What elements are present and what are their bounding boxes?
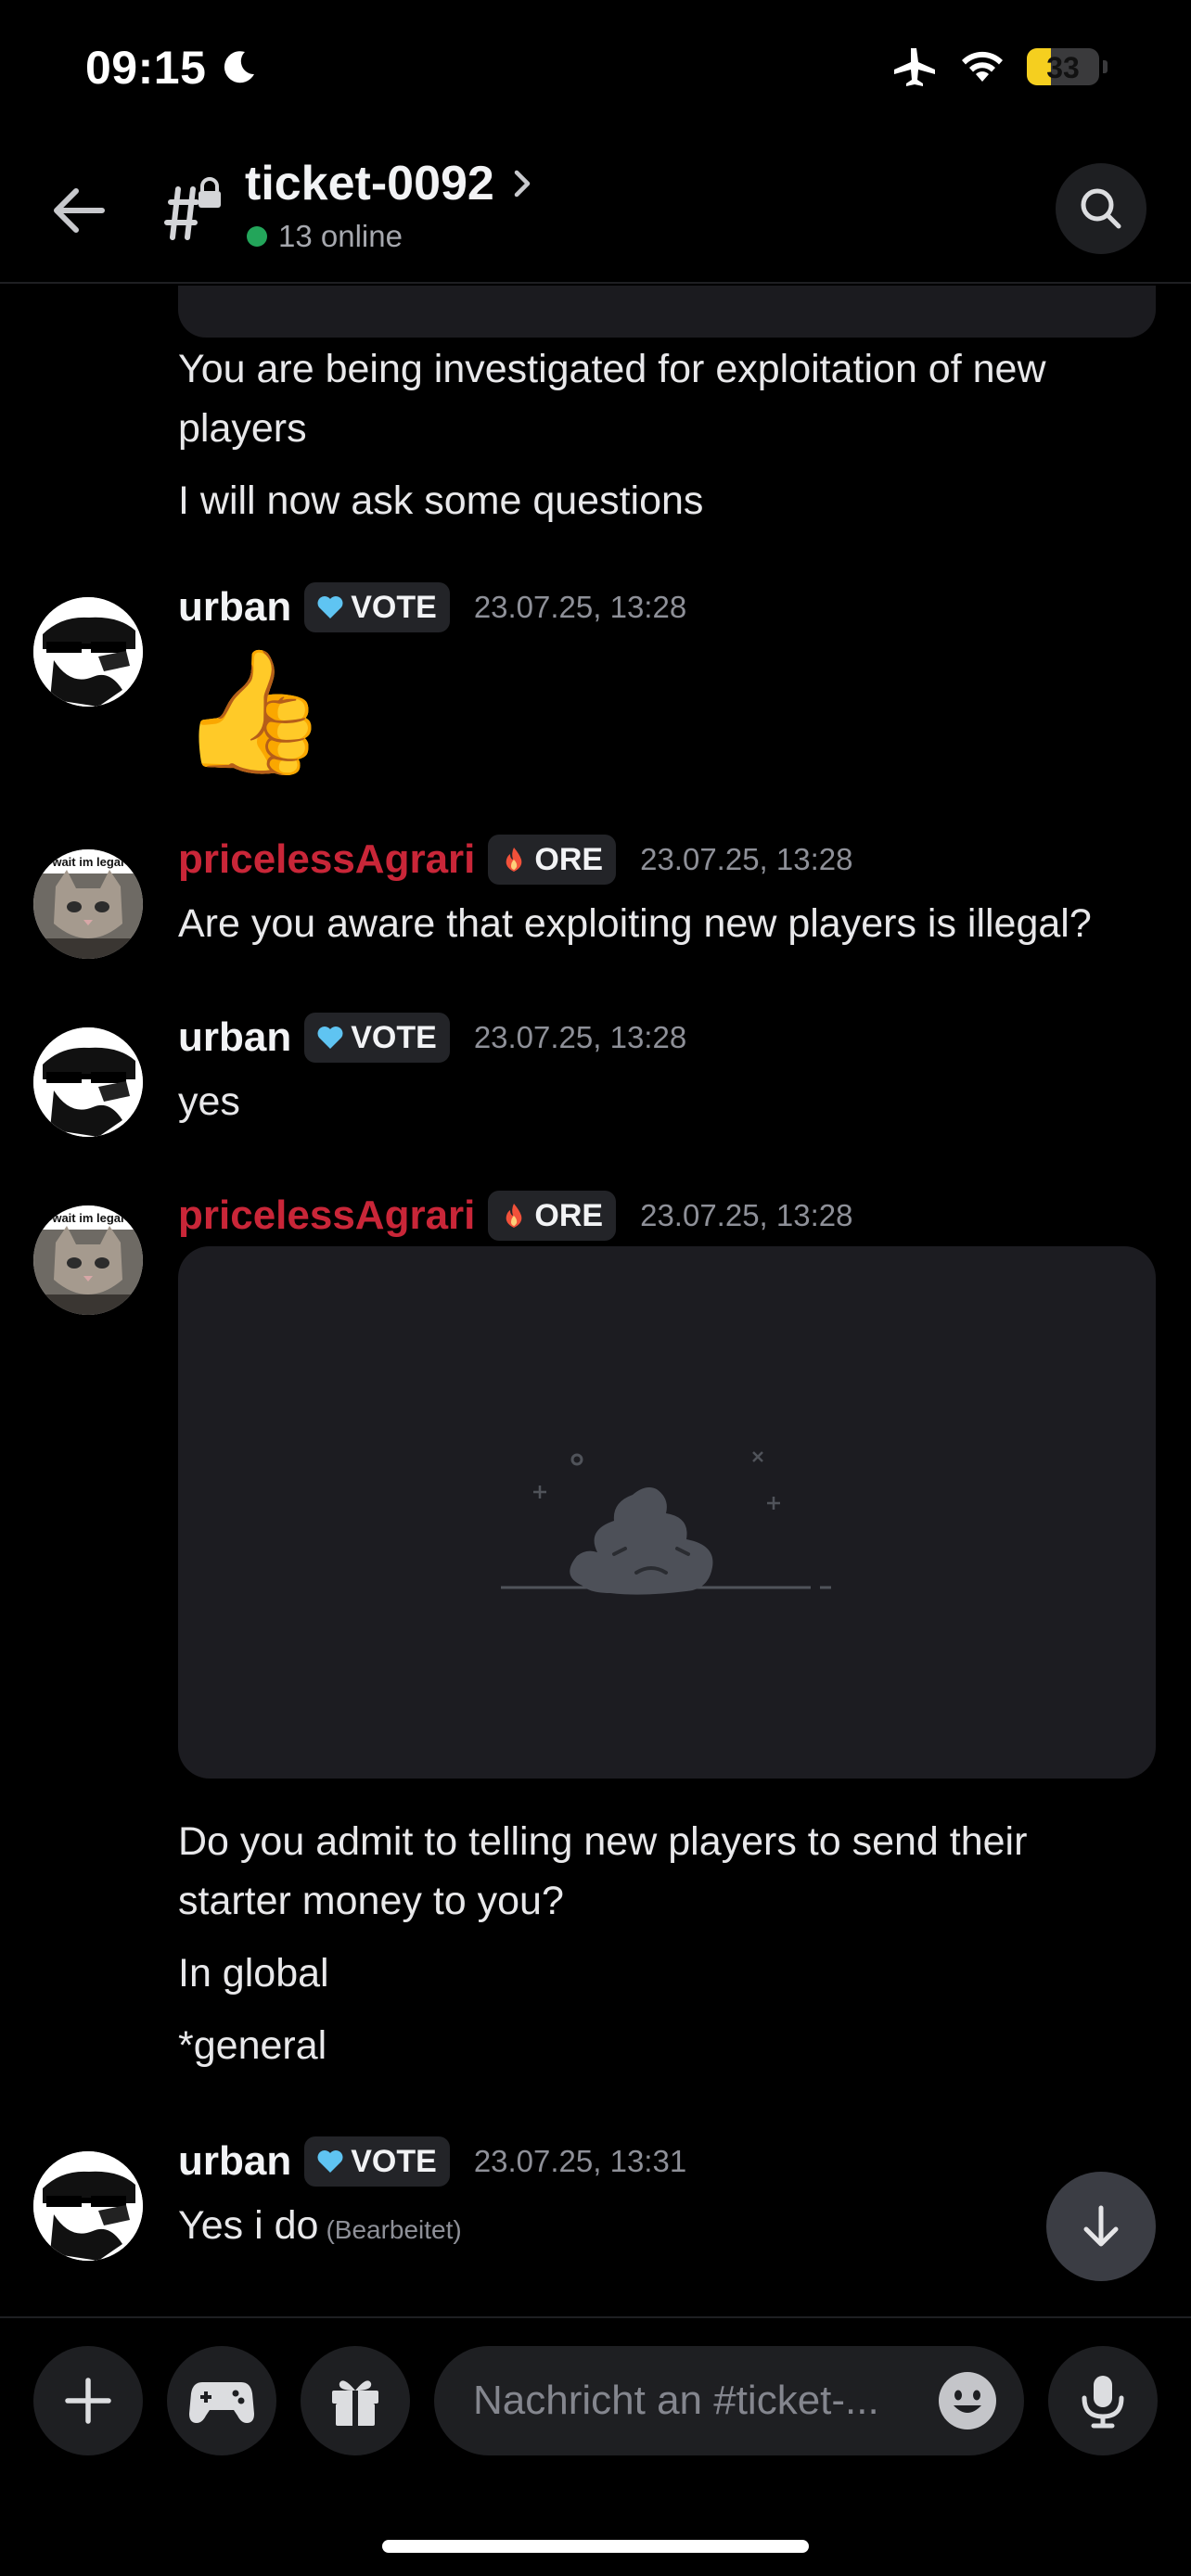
image-attachment-placeholder[interactable] (178, 1246, 1156, 1779)
role-label: VOTE (351, 1019, 437, 1055)
author-row: pricelessAgrari ORE 23.07.25, 13:28 (178, 1191, 852, 1241)
role-label: ORE (534, 1197, 604, 1233)
role-badge[interactable]: ORE (488, 1191, 617, 1241)
status-time: 09:15 (85, 42, 207, 94)
role-badge[interactable]: ORE (488, 835, 617, 885)
channel-header: ticket-0092 13 online (0, 139, 1191, 284)
broken-image-icon (501, 1451, 831, 1595)
avatar-priceless[interactable]: wait im legal (33, 1205, 143, 1315)
avatar-urban[interactable] (33, 597, 143, 707)
message-group: wait im legal pricelessAgrari ORE 23.07.… (0, 835, 1191, 974)
jump-to-present-button[interactable] (1046, 2172, 1156, 2281)
message-group: wait im legal pricelessAgrari ORE 23.07.… (0, 1191, 1191, 2081)
add-attachment-button[interactable] (33, 2346, 143, 2455)
message-text: In global (178, 1951, 329, 1996)
message-text: yes (178, 1079, 240, 1124)
battery-percent: 33 (1046, 51, 1080, 84)
message-text: You are being investigated for exploitat… (178, 347, 1046, 391)
fire-icon (506, 1204, 522, 1228)
role-label: VOTE (351, 2143, 437, 2179)
battery-nub (1103, 60, 1108, 73)
author-name[interactable]: pricelessAgrari (178, 1192, 475, 1239)
message-group: urban VOTE 23.07.25, 13:31 Yes i do (Bear… (0, 2136, 1191, 2276)
gift-icon (332, 2380, 378, 2426)
timestamp: 23.07.25, 13:31 (473, 2144, 687, 2178)
avatar-image (33, 1027, 143, 1137)
online-status: 13 online (247, 219, 403, 254)
moon-icon (224, 51, 254, 83)
microphone-icon (1082, 2376, 1124, 2429)
author-row: urban VOTE 23.07.25, 13:28 (178, 1013, 686, 1063)
message-text: Yes i do (178, 2203, 319, 2248)
author-name[interactable]: pricelessAgrari (178, 836, 475, 883)
blue-heart-icon (317, 596, 343, 618)
avatar-image (33, 597, 143, 707)
search-button[interactable] (1056, 163, 1146, 254)
role-badge[interactable]: VOTE (304, 582, 450, 632)
role-label: ORE (534, 841, 604, 877)
gift-button[interactable] (301, 2346, 410, 2455)
message-input[interactable]: Nachricht an #ticket-... (434, 2346, 1024, 2455)
message-list[interactable]: You are being investigated for exploitat… (0, 286, 1191, 2316)
avatar-priceless[interactable]: wait im legal (33, 849, 143, 959)
message-placeholder: Nachricht an #ticket-... (473, 2378, 879, 2423)
author-name[interactable]: urban (178, 584, 291, 631)
search-icon (1081, 188, 1121, 229)
home-indicator (382, 2540, 809, 2553)
avatar-image (33, 2151, 143, 2261)
locked-channel-icon (164, 177, 221, 240)
edited-label: (Bearbeitet) (326, 2215, 462, 2244)
author-name[interactable]: urban (178, 2138, 291, 2185)
blue-heart-icon (317, 2150, 343, 2173)
role-badge[interactable]: VOTE (304, 1013, 450, 1063)
author-row: urban VOTE 23.07.25, 13:28 (178, 582, 686, 632)
author-row: urban VOTE 23.07.25, 13:31 (178, 2136, 686, 2187)
blue-heart-icon (317, 1027, 343, 1049)
channel-title-button[interactable]: ticket-0092 (245, 156, 537, 211)
status-bar: 09:15 33 (0, 0, 1191, 139)
avatar-urban[interactable] (33, 1027, 143, 1137)
avatar-caption: wait im legal (51, 855, 123, 869)
role-badge[interactable]: VOTE (304, 2136, 450, 2187)
message-group: urban VOTE 23.07.25, 13:28 👍 (0, 582, 1191, 805)
chevron-right-icon (514, 170, 531, 198)
message-text: Are you aware that exploiting new player… (178, 901, 1092, 946)
status-icons: 33 (891, 45, 1108, 89)
avatar-image: wait im legal (33, 1205, 143, 1315)
plus-icon (65, 2378, 111, 2424)
emoji-icon[interactable] (937, 2370, 998, 2431)
previous-embed (178, 286, 1156, 338)
message-text: *general (178, 2023, 327, 2068)
author-name[interactable]: urban (178, 1014, 291, 1061)
voice-message-button[interactable] (1048, 2346, 1158, 2455)
timestamp: 23.07.25, 13:28 (640, 842, 853, 876)
message-text: I will now ask some questions (178, 478, 704, 523)
arrow-down-icon (1083, 2205, 1119, 2247)
battery-icon: 33 (1027, 48, 1099, 85)
author-row: pricelessAgrari ORE 23.07.25, 13:28 (178, 835, 852, 885)
message-text: starter money to you? (178, 1879, 564, 1923)
channel-name: ticket-0092 (245, 157, 494, 210)
message-body: Yes i do (Bearbeitet) (178, 2196, 462, 2260)
avatar-image: wait im legal (33, 849, 143, 959)
fire-icon (506, 848, 522, 872)
emoji-message: 👍 (178, 644, 328, 779)
message-text: players (178, 406, 307, 451)
timestamp: 23.07.25, 13:28 (473, 1020, 687, 1054)
role-label: VOTE (351, 589, 437, 625)
gamepad-icon (189, 2382, 254, 2423)
message-text: Do you admit to telling new players to s… (178, 1819, 1028, 1864)
message-composer: Nachricht an #ticket-... (0, 2316, 1191, 2485)
avatar-caption: wait im legal (51, 1211, 123, 1225)
message-group: urban VOTE 23.07.25, 13:28 yes (0, 1013, 1191, 1152)
online-count: 13 online (278, 219, 403, 253)
back-arrow-icon[interactable] (46, 178, 111, 243)
avatar-urban[interactable] (33, 2151, 143, 2261)
wifi-icon (962, 51, 1003, 82)
timestamp: 23.07.25, 13:28 (473, 590, 687, 624)
airplane-icon (894, 48, 935, 86)
online-dot-icon (247, 226, 267, 247)
timestamp: 23.07.25, 13:28 (640, 1198, 853, 1232)
activities-button[interactable] (167, 2346, 276, 2455)
